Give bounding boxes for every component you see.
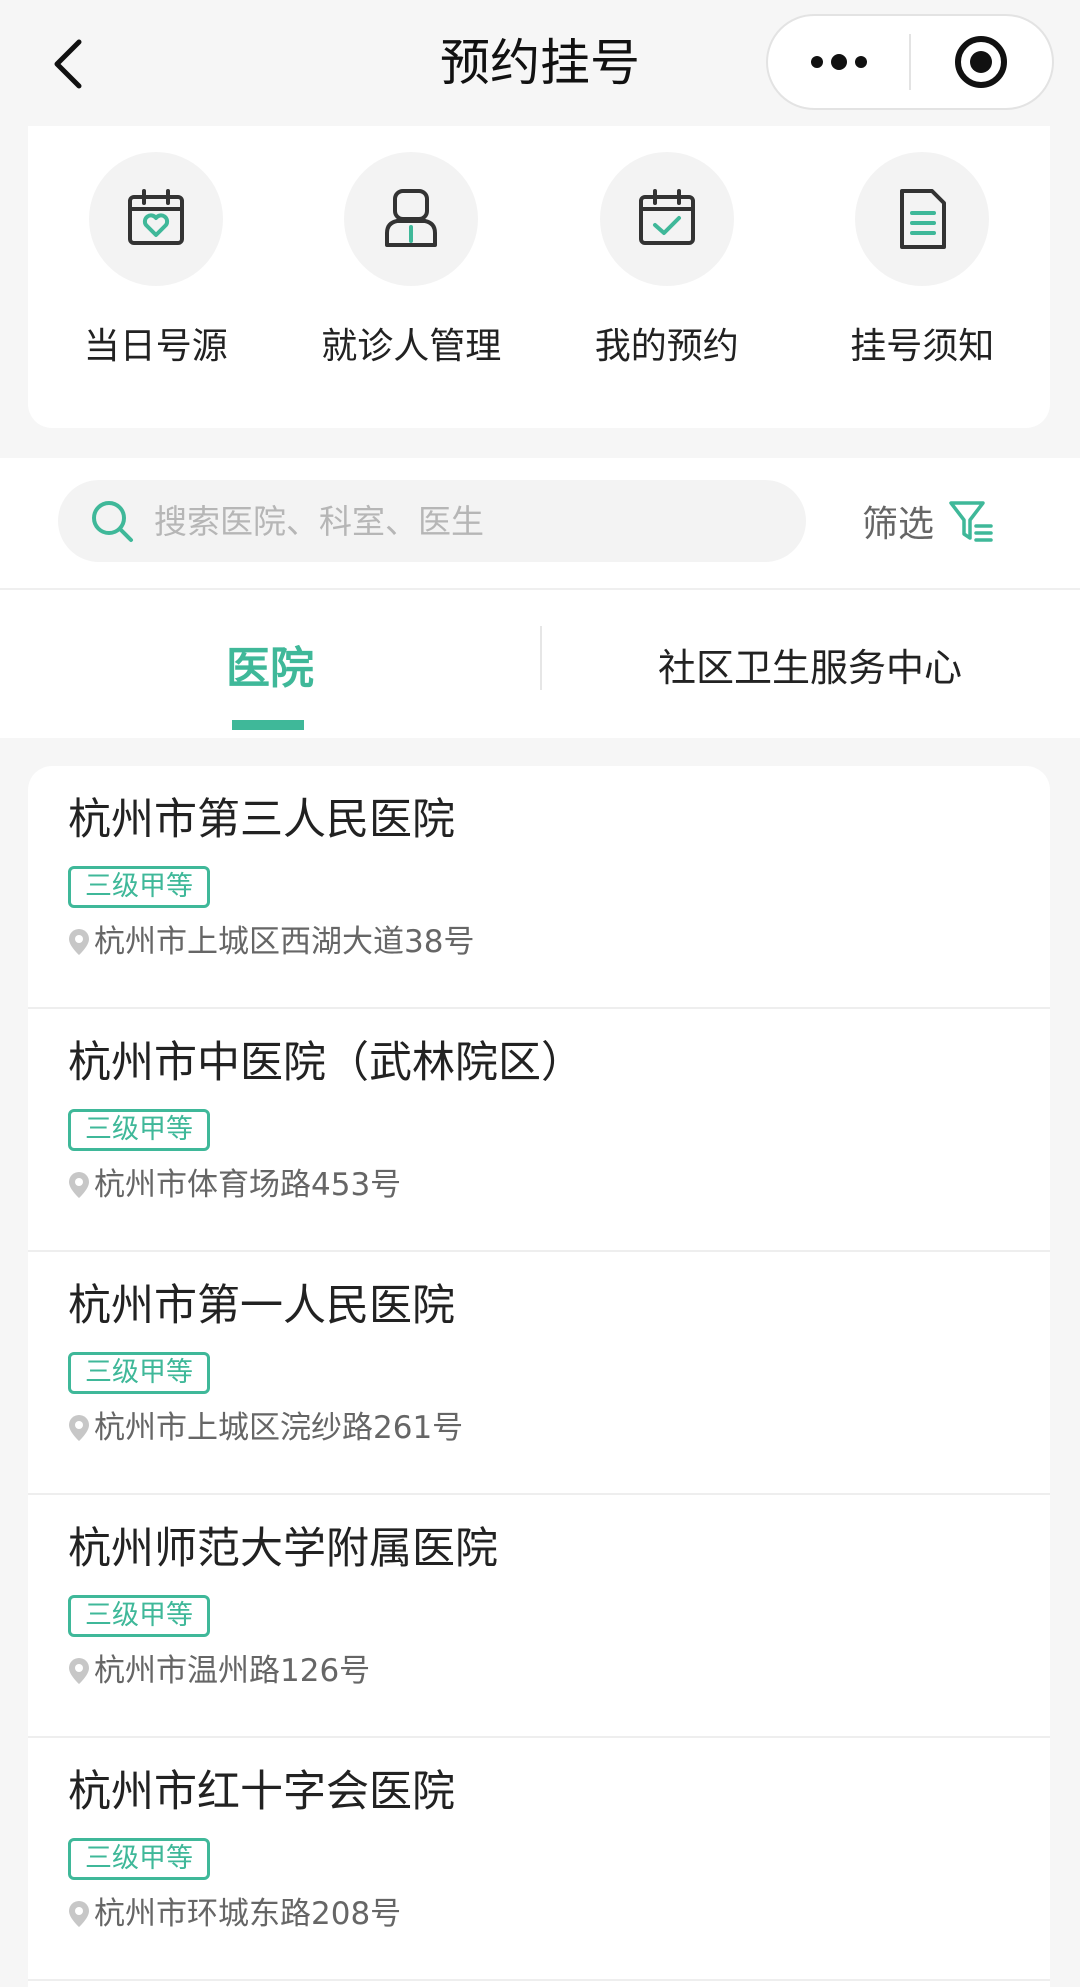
- search-row: 筛选: [0, 458, 1080, 590]
- patient-icon: [385, 189, 438, 247]
- shortcut-registration-notice[interactable]: 挂号须知: [795, 126, 1051, 428]
- tab-community-health-center[interactable]: 社区卫生服务中心: [540, 590, 1080, 738]
- calendar-heart-icon: [127, 189, 184, 245]
- shortcut-my-appointments[interactable]: 我的预约: [539, 126, 795, 428]
- address-row: 杭州市上城区西湖大道38号: [68, 920, 1050, 964]
- close-mini-program-button[interactable]: [911, 16, 1052, 108]
- mini-program-capsule: [766, 14, 1054, 110]
- shortcut-icon-circle: [88, 152, 223, 286]
- hospital-address: 杭州市环城东路208号: [94, 1896, 402, 1932]
- list-item[interactable]: 杭州市第一人民医院 三级甲等 杭州市上城区浣纱路261号: [28, 1252, 1050, 1495]
- hospital-name: 杭州师范大学附属医院: [68, 1524, 498, 1574]
- level-badge: 三级甲等: [68, 1109, 210, 1151]
- search-input[interactable]: [154, 491, 774, 551]
- tab-divider: [540, 626, 542, 690]
- list-item[interactable]: 杭州市中医院（武林院区） 三级甲等 杭州市体育场路453号: [28, 1009, 1050, 1252]
- list-item[interactable]: 杭州市第三人民医院 三级甲等 杭州市上城区西湖大道38号: [28, 766, 1050, 1009]
- hospital-address: 杭州市上城区西湖大道38号: [94, 924, 475, 960]
- list-item[interactable]: 杭州市红十字会医院 三级甲等 杭州市环城东路208号: [28, 1738, 1050, 1981]
- level-badge: 三级甲等: [68, 1595, 210, 1637]
- hospital-name: 杭州市第三人民医院: [68, 795, 455, 845]
- shortcut-icon-circle: [855, 152, 990, 286]
- search-box[interactable]: [58, 480, 806, 562]
- shortcut-label: 当日号源: [83, 326, 228, 367]
- hospital-name: 杭州市中医院（武林院区）: [68, 1038, 584, 1088]
- shortcut-same-day[interactable]: 当日号源: [28, 126, 284, 428]
- calendar-check-icon: [638, 189, 695, 245]
- filter-label: 筛选: [862, 504, 935, 545]
- shortcut-label: 就诊人管理: [321, 326, 502, 367]
- hospital-address: 杭州市上城区浣纱路261号: [94, 1410, 464, 1446]
- category-tabs: 医院 社区卫生服务中心: [0, 590, 1080, 738]
- list-item[interactable]: 杭州师范大学附属医院 三级甲等 杭州市温州路126号: [28, 1495, 1050, 1738]
- filter-button[interactable]: 筛选: [862, 486, 994, 556]
- more-dots-icon: [810, 54, 867, 70]
- document-icon: [900, 189, 947, 249]
- search-icon: [92, 501, 133, 542]
- tab-label: 社区卫生服务中心: [657, 645, 962, 690]
- shortcut-icon-circle: [599, 152, 734, 286]
- hospital-name: 杭州市第一人民医院: [68, 1281, 455, 1331]
- address-row: 杭州市体育场路453号: [68, 1163, 1050, 1207]
- shortcut-patient-management[interactable]: 就诊人管理: [284, 126, 540, 428]
- level-badge: 三级甲等: [68, 866, 210, 908]
- target-icon: [955, 36, 1008, 88]
- level-badge: 三级甲等: [68, 1838, 210, 1880]
- active-tab-indicator: [232, 720, 304, 730]
- shortcut-card: 当日号源 就诊人管理 我的预约 挂号须知: [28, 126, 1050, 428]
- hospital-list: 杭州市第三人民医院 三级甲等 杭州市上城区西湖大道38号 杭州市中医院（武林院区…: [28, 766, 1050, 1987]
- hospital-address: 杭州市温州路126号: [94, 1653, 371, 1689]
- tab-hospital[interactable]: 医院: [0, 590, 540, 738]
- location-pin-icon: [68, 1171, 90, 1199]
- address-row: 杭州市温州路126号: [68, 1649, 1050, 1693]
- address-row: 杭州市环城东路208号: [68, 1892, 1050, 1936]
- navigation-bar: 预约挂号: [0, 0, 1080, 126]
- location-pin-icon: [68, 1900, 90, 1928]
- shortcut-icon-circle: [344, 152, 479, 286]
- more-button[interactable]: [768, 16, 909, 108]
- tab-label: 医院: [226, 643, 314, 694]
- hospital-name: 杭州市红十字会医院: [68, 1767, 455, 1817]
- location-pin-icon: [68, 1414, 90, 1442]
- level-badge: 三级甲等: [68, 1352, 210, 1394]
- location-pin-icon: [68, 1657, 90, 1685]
- shortcut-label: 挂号须知: [850, 326, 995, 367]
- filter-icon: [949, 501, 993, 542]
- hospital-address: 杭州市体育场路453号: [94, 1167, 402, 1203]
- location-pin-icon: [68, 928, 90, 956]
- shortcut-label: 我的预约: [594, 326, 739, 367]
- address-row: 杭州市上城区浣纱路261号: [68, 1406, 1050, 1450]
